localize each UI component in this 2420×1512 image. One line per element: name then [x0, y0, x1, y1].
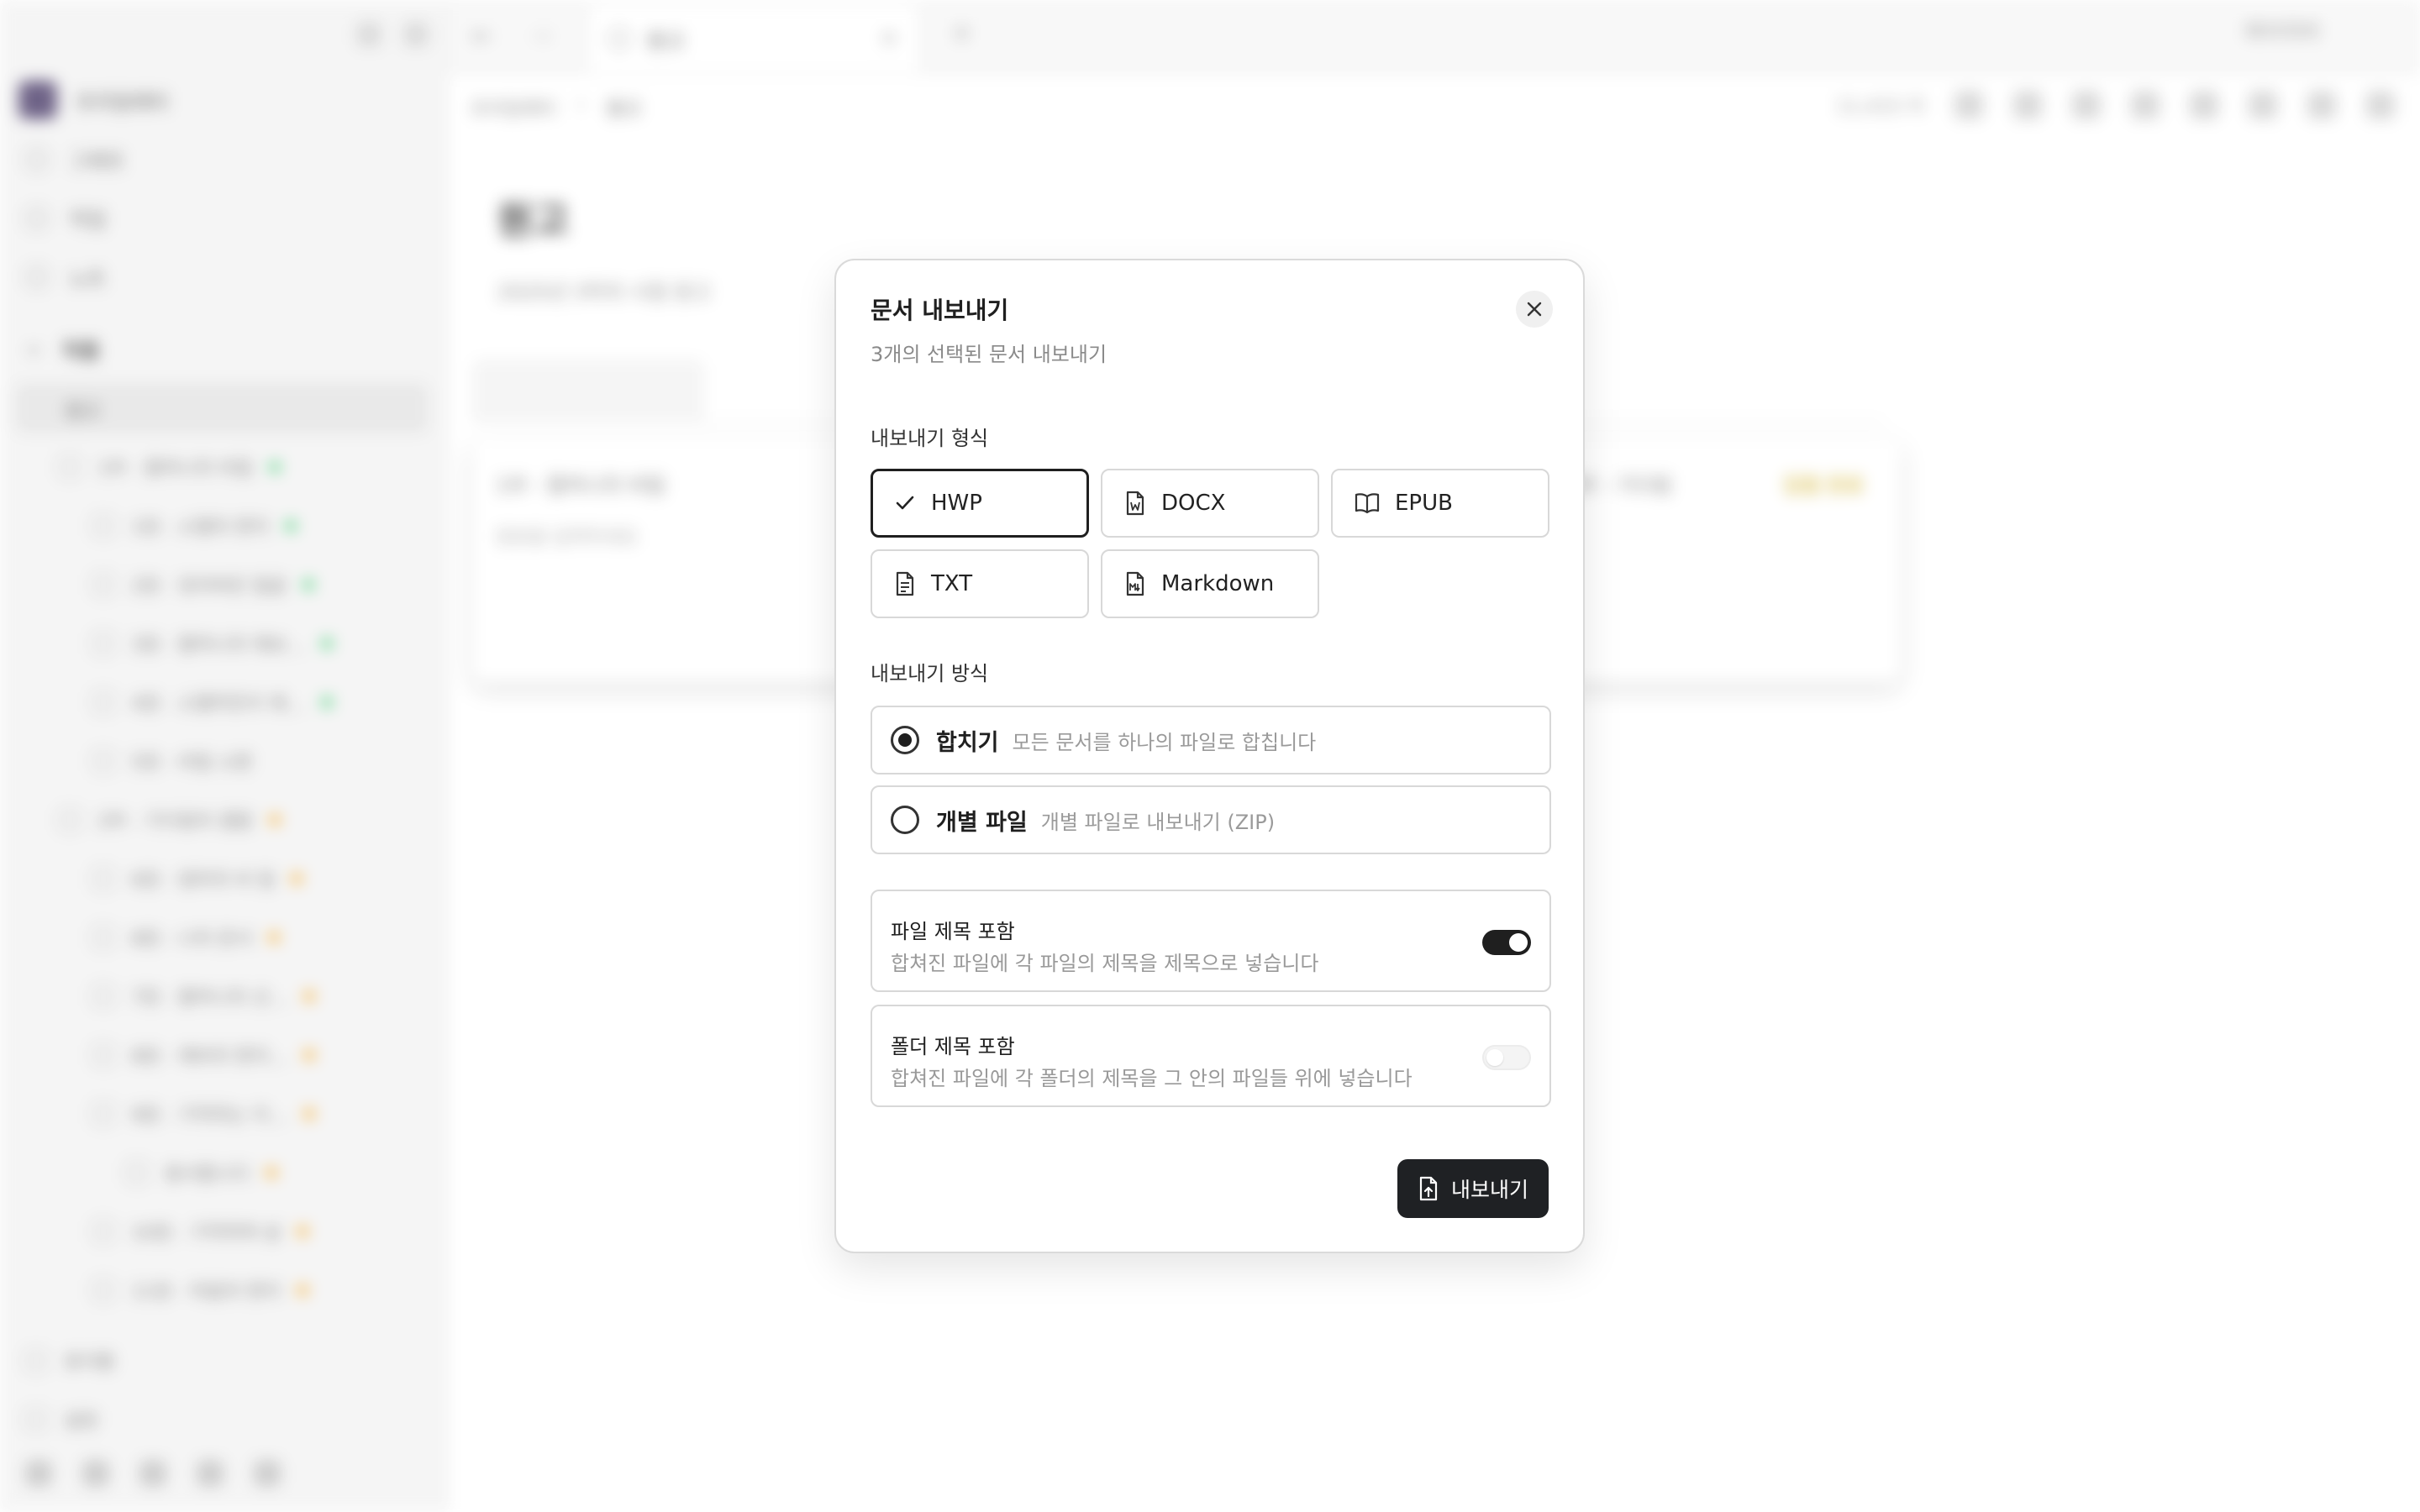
- method-label: 내보내기 방식: [871, 662, 989, 685]
- radio-selected[interactable]: [891, 726, 919, 754]
- export-dialog: 문서 내보내기 3개의 선택된 문서 내보내기 내보내기 형식 HWP DOCX…: [834, 259, 1585, 1253]
- format-option-epub[interactable]: EPUB: [1331, 469, 1549, 538]
- dialog-subtitle: 3개의 선택된 문서 내보내기: [871, 343, 1107, 366]
- radio-unselected[interactable]: [891, 806, 919, 834]
- format-label: 내보내기 형식: [871, 427, 989, 450]
- format-option-hwp[interactable]: HWP: [871, 469, 1089, 538]
- option-include-folder-title: 폴더 제목 포함 합쳐진 파일에 각 폴더의 제목을 그 안의 파일들 위에 넣…: [871, 1005, 1551, 1107]
- format-option-docx[interactable]: DOCX: [1101, 469, 1319, 538]
- folder-title-toggle[interactable]: [1482, 1045, 1531, 1070]
- check-icon: [896, 496, 914, 510]
- book-icon: [1355, 493, 1380, 514]
- export-button[interactable]: 내보내기: [1397, 1159, 1549, 1218]
- method-option-merge[interactable]: 합치기 모든 문서를 하나의 파일로 합칩니다: [871, 706, 1551, 774]
- close-icon: [1527, 302, 1542, 317]
- markdown-file-icon: [1126, 571, 1144, 596]
- format-option-txt[interactable]: TXT: [871, 549, 1089, 618]
- word-file-icon: [1126, 491, 1144, 516]
- format-option-markdown[interactable]: Markdown: [1101, 549, 1319, 618]
- option-include-file-title: 파일 제목 포함 합쳐진 파일에 각 파일의 제목을 제목으로 넣습니다: [871, 890, 1551, 992]
- file-export-icon: [1419, 1176, 1438, 1201]
- file-title-toggle[interactable]: [1482, 930, 1531, 955]
- close-button[interactable]: [1516, 291, 1553, 328]
- dialog-title: 문서 내보내기: [871, 297, 1009, 324]
- method-option-separate[interactable]: 개별 파일 개별 파일로 내보내기 (ZIP): [871, 785, 1551, 854]
- text-file-icon: [896, 571, 914, 596]
